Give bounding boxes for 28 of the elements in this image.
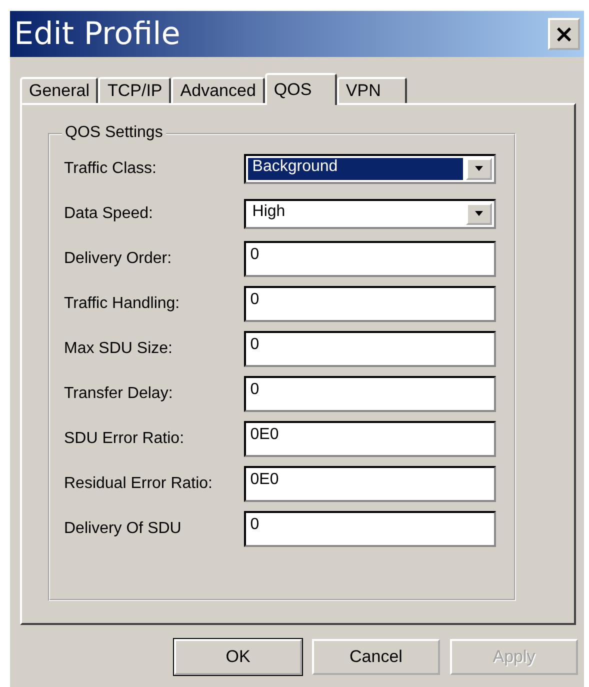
input-field[interactable]: 0 [244, 241, 496, 277]
close-button[interactable]: × [548, 18, 580, 50]
dialog-button[interactable]: OK [174, 639, 302, 675]
input-field[interactable]: 0 [244, 376, 496, 412]
field-label: Max SDU Size: [64, 340, 174, 358]
input-field[interactable]: 0 [244, 331, 496, 367]
field-label: Transfer Delay: [64, 385, 174, 403]
group-title: QOS Settings [62, 124, 166, 142]
input-field[interactable]: 0 [244, 286, 496, 322]
input-field[interactable]: 0E0 [244, 421, 496, 457]
field-label: Data Speed: [64, 205, 154, 223]
dialog-button[interactable]: Cancel [312, 639, 440, 675]
window-title: Edit Profile [14, 16, 180, 52]
field-label: SDU Error Ratio: [64, 430, 186, 448]
dropdown[interactable]: Background [244, 154, 496, 184]
field-label: Residual Error Ratio: [64, 475, 214, 493]
dropdown[interactable]: High [244, 199, 496, 229]
field-label: Delivery Order: [64, 250, 173, 268]
tab[interactable]: QOS [264, 73, 337, 105]
input-field[interactable]: 0E0 [244, 466, 496, 502]
field-label: Delivery Of SDU [64, 520, 182, 538]
tab[interactable]: TCP/IP [98, 77, 172, 103]
input-field[interactable]: 0 [244, 511, 496, 547]
tab[interactable]: VPN [336, 77, 407, 103]
tab[interactable]: General [20, 77, 98, 103]
field-label: Traffic Handling: [64, 295, 181, 313]
tab[interactable]: Advanced [171, 77, 265, 103]
field-label: Traffic Class: [64, 160, 158, 178]
